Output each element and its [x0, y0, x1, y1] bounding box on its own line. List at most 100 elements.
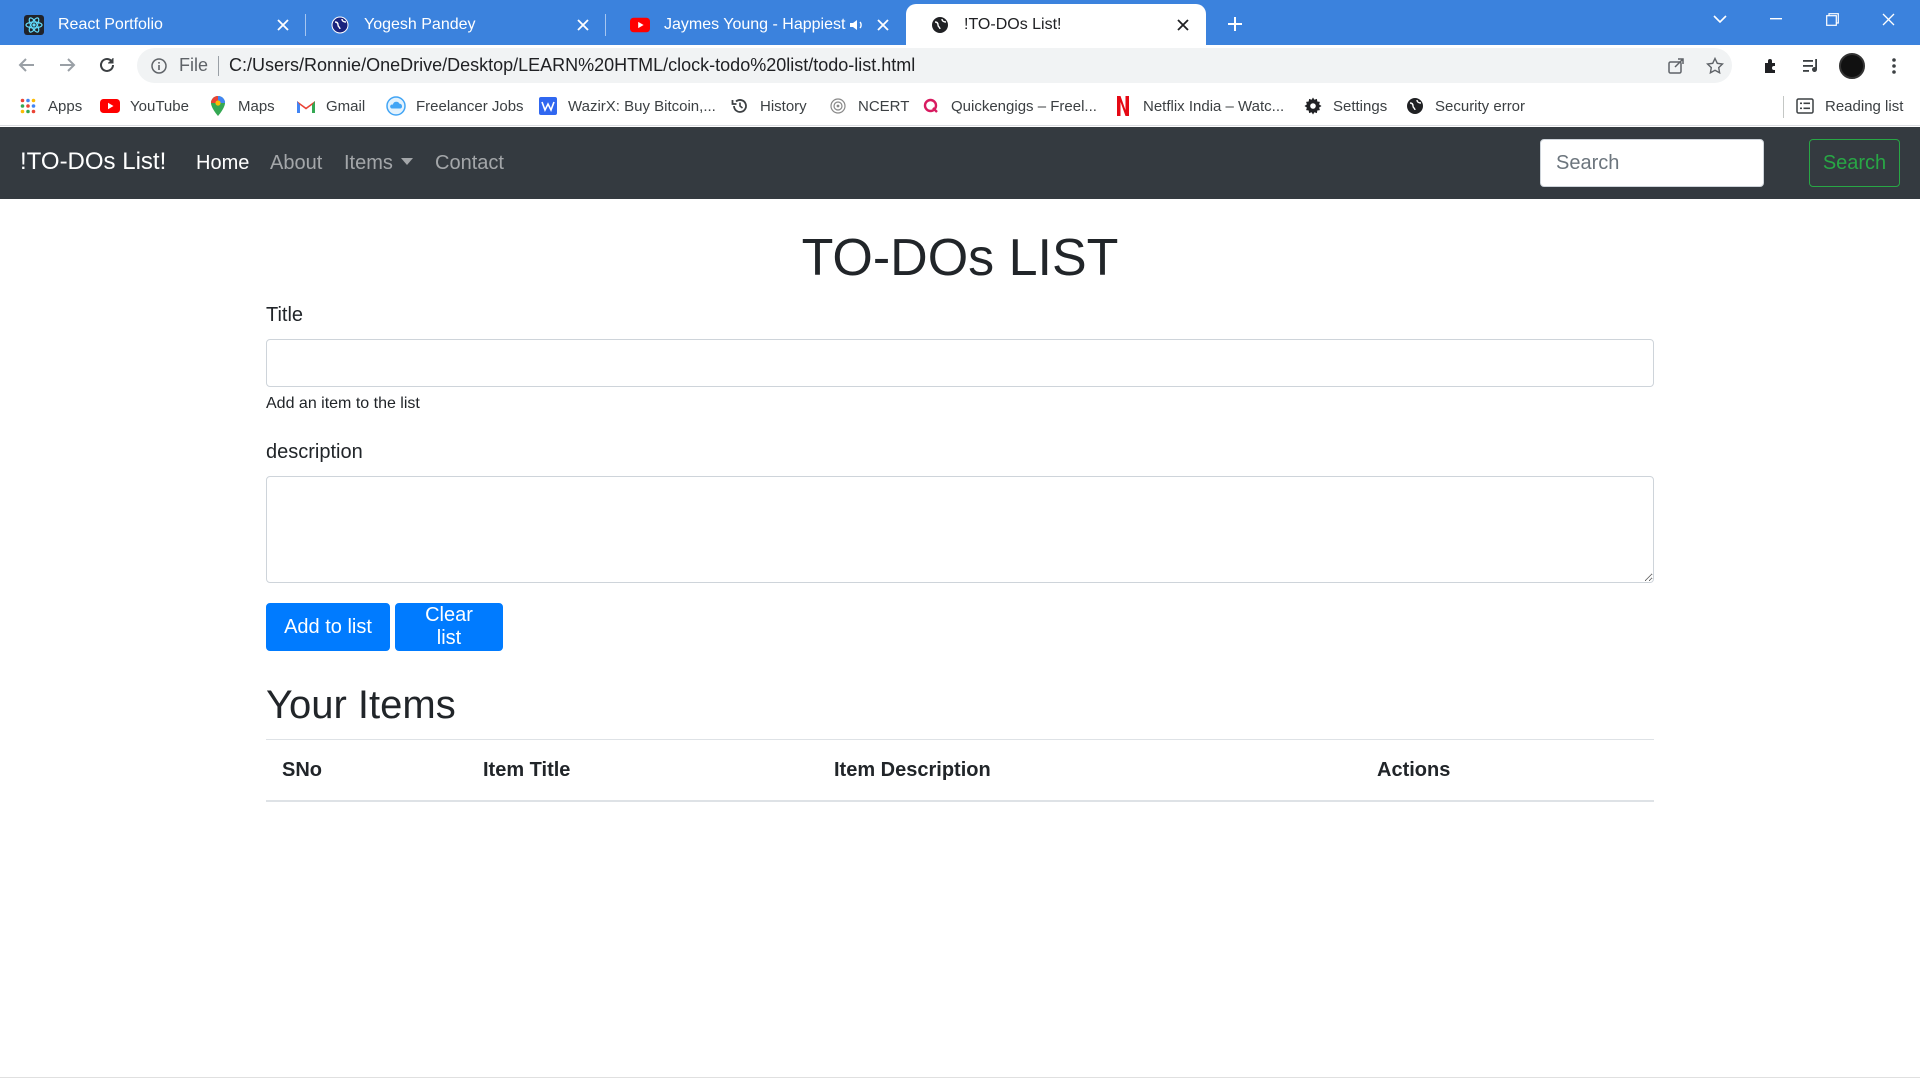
bookmark-label: NCERT [858, 97, 910, 115]
bookmark-label: History [760, 97, 807, 115]
add-to-list-button[interactable]: Add to list [266, 603, 390, 651]
avatar [1839, 53, 1865, 79]
bookmark-history[interactable]: History [730, 94, 807, 118]
globe-icon [1405, 96, 1425, 116]
browser-tab-strip: React Portfolio Yogesh Pandey Jaymes You… [0, 0, 1920, 45]
nav-link-items-dropdown[interactable]: Items [344, 152, 413, 175]
title-label: Title [266, 304, 304, 326]
table-header-item-title: Item Title [483, 759, 571, 781]
apps-grid-icon [18, 96, 38, 116]
close-icon[interactable] [872, 14, 894, 36]
bookmark-netflix[interactable]: Netflix India – Watc... [1113, 94, 1284, 118]
window-close-icon[interactable] [1860, 0, 1916, 38]
nav-link-items-label: Items [344, 152, 393, 174]
address-bar[interactable]: File C:/Users/Ronnie/OneDrive/Desktop/LE… [137, 48, 1732, 83]
bookmark-label: Maps [238, 97, 275, 115]
forward-arrow-icon[interactable] [50, 48, 84, 82]
youtube-icon [630, 15, 650, 35]
close-icon[interactable] [572, 14, 594, 36]
close-icon[interactable] [272, 14, 294, 36]
bookmark-quickengigs[interactable]: Quickengigs – Freel... [921, 94, 1097, 118]
bookmarks-bar: Apps YouTube Maps Gmail Freelancer Jobs … [0, 86, 1920, 126]
page-title: TO-DOs LIST [801, 229, 1119, 287]
bookmark-label: Quickengigs – Freel... [951, 97, 1097, 115]
scheme-label: File [179, 55, 209, 75]
reading-list-label: Reading list [1825, 97, 1904, 115]
tab-react-portfolio[interactable]: React Portfolio [0, 4, 306, 45]
tab-jaymes-young[interactable]: Jaymes Young - Happiest Yea [606, 4, 906, 45]
speaker-icon[interactable] [846, 14, 868, 36]
netflix-icon [1113, 96, 1133, 116]
clear-list-button[interactable]: Clear list [395, 603, 503, 651]
bookmark-maps[interactable]: Maps [208, 94, 275, 118]
nav-link-about[interactable]: About [270, 152, 322, 175]
browser-toolbar: File C:/Users/Ronnie/OneDrive/Desktop/LE… [0, 45, 1920, 86]
bookmark-freelancer-jobs[interactable]: Freelancer Jobs [386, 94, 524, 118]
bookmark-label: Security error [1435, 97, 1526, 115]
minimize-icon[interactable] [1748, 0, 1804, 38]
description-textarea[interactable] [266, 476, 1654, 583]
bookmark-label: Freelancer Jobs [416, 97, 524, 115]
bookmark-youtube[interactable]: YouTube [100, 94, 189, 118]
tab-title: React Portfolio [58, 15, 163, 33]
tab-title: Jaymes Young - Happiest Yea [664, 15, 846, 33]
table-header-bottom-border [266, 800, 1654, 802]
star-icon[interactable] [1703, 54, 1727, 78]
nav-link-home[interactable]: Home [196, 152, 249, 175]
tab-todos-list[interactable]: !TO-DOs List! [906, 4, 1206, 45]
navbar-search-button[interactable]: Search [1809, 139, 1900, 187]
globe-icon [330, 15, 350, 35]
table-header-actions: Actions [1377, 759, 1451, 781]
url-text[interactable]: C:/Users/Ronnie/OneDrive/Desktop/LEARN%2… [229, 55, 915, 76]
bookmark-ncert[interactable]: NCERT [828, 94, 909, 118]
items-heading: Your Items [266, 683, 456, 727]
bookmark-wazirx[interactable]: WazirX: Buy Bitcoin,... [538, 94, 716, 118]
chevron-down-icon [400, 158, 413, 166]
bookmark-settings[interactable]: Settings [1303, 94, 1387, 118]
bookmark-label: Gmail [326, 97, 366, 115]
extensions-puzzle-icon[interactable] [1757, 51, 1787, 81]
bookmark-apps[interactable]: Apps [18, 94, 82, 118]
globe-icon [930, 15, 950, 35]
site-navbar: !TO-DOs List! Home About Items Contact S… [0, 127, 1920, 199]
back-arrow-icon[interactable] [10, 48, 44, 82]
nav-link-contact[interactable]: Contact [435, 152, 504, 175]
bookmark-security-error[interactable]: Security error [1405, 94, 1525, 118]
kebab-menu-icon[interactable] [1879, 51, 1909, 81]
tab-title: Yogesh Pandey [364, 15, 476, 33]
table-header-item-description: Item Description [834, 759, 991, 781]
bookmark-label: Apps [48, 97, 83, 115]
restore-icon[interactable] [1804, 0, 1860, 38]
maps-pin-icon [208, 96, 228, 116]
tab-search-icon[interactable] [1692, 0, 1748, 38]
profile-avatar[interactable] [1837, 51, 1867, 81]
tab-yogesh-pandey[interactable]: Yogesh Pandey [306, 4, 606, 45]
table-header-sno: SNo [282, 759, 322, 781]
close-icon[interactable] [1172, 14, 1194, 36]
tab-title: !TO-DOs List! [964, 15, 1062, 33]
info-icon[interactable] [149, 56, 169, 76]
address-divider [218, 55, 220, 76]
ncert-icon [828, 96, 848, 116]
bookmark-gmail[interactable]: Gmail [296, 94, 365, 118]
description-label: description [266, 441, 363, 463]
share-icon[interactable] [1664, 54, 1688, 78]
bookmarks-divider [1783, 96, 1784, 118]
reading-list-button[interactable]: Reading list [1795, 94, 1903, 118]
bookmark-label: Netflix India – Watc... [1143, 97, 1285, 115]
title-input[interactable] [266, 339, 1654, 387]
react-icon [24, 14, 44, 35]
viewport-bottom-edge [0, 1077, 1920, 1078]
reading-list-icon [1795, 96, 1815, 116]
bookmark-label: WazirX: Buy Bitcoin,... [568, 97, 716, 115]
bookmark-label: YouTube [130, 97, 189, 115]
bookmark-label: Settings [1333, 97, 1388, 115]
media-queue-icon[interactable] [1797, 51, 1827, 81]
gear-icon [1303, 96, 1323, 116]
quickengigs-icon [921, 96, 941, 116]
cloud-icon [386, 96, 406, 116]
navbar-search-input[interactable] [1540, 139, 1764, 187]
new-tab-button[interactable] [1219, 8, 1251, 40]
navbar-brand[interactable]: !TO-DOs List! [20, 148, 166, 176]
reload-icon[interactable] [90, 48, 124, 82]
